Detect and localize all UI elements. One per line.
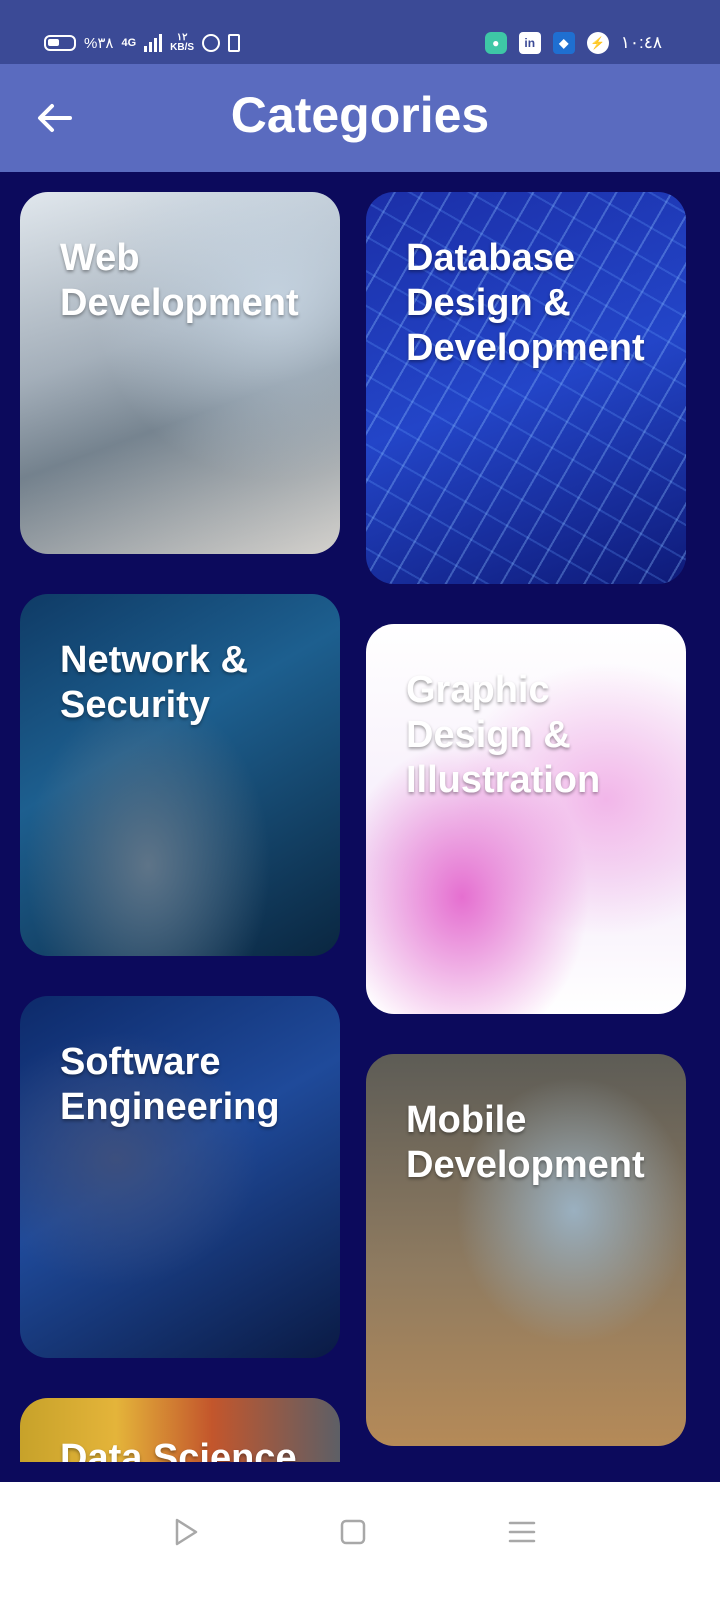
category-label: Graphic Design & Illustration [406,669,601,801]
signal-icon [144,34,163,52]
linkedin-icon: in [518,32,541,54]
triangle-back-icon [175,1518,198,1546]
category-card-mobile-development[interactable]: Mobile Development [366,1054,686,1446]
category-card-network-security[interactable]: Network & Security [20,594,340,956]
nav-home-button[interactable] [323,1510,383,1554]
category-label: Data Science [60,1437,297,1462]
category-label: Software Engineering [60,1041,280,1128]
menu-lines-icon [508,1521,536,1543]
status-bar: %٣٨ 4G ١٢ KB/S ● in ◆ ⚡ ١٠:٤٨ [0,0,720,64]
category-card-database-design[interactable]: Database Design & Development [366,192,686,584]
category-card-graphic-design[interactable]: Graphic Design & Illustration [366,624,686,1014]
status-left: %٣٨ 4G ١٢ KB/S [44,30,241,56]
category-label: Database Design & Development [406,237,645,369]
nav-back-button[interactable] [156,1510,216,1554]
clock: ١٠:٤٨ [620,33,662,52]
messenger-icon: ⚡ [586,32,609,54]
data-speed-unit: KB/S [170,42,195,53]
vibrate-icon [228,34,241,52]
nav-menu-button[interactable] [492,1510,552,1554]
alarm-icon [202,34,221,52]
square-home-icon [340,1519,366,1545]
category-label: Network & Security [60,639,248,726]
category-card-data-science[interactable]: Data Science [20,1398,340,1462]
status-right: ● in ◆ ⚡ ١٠:٤٨ [484,30,662,56]
battery-percent: %٣٨ [84,35,114,52]
badge-app-icon: ◆ [552,32,575,54]
network-type: 4G [121,37,137,49]
category-card-software-engineering[interactable]: Software Engineering [20,996,340,1358]
data-speed: ١٢ KB/S [170,33,194,53]
chat-app-icon: ● [484,32,507,54]
category-label: Web Development [60,237,299,324]
page-title: Categories [230,87,490,143]
app-bar: Categories [0,64,720,172]
category-label: Mobile Development [406,1099,645,1186]
battery-icon [44,35,76,51]
system-nav-bar [0,1482,720,1600]
category-card-web-development[interactable]: Web Development [20,192,340,554]
